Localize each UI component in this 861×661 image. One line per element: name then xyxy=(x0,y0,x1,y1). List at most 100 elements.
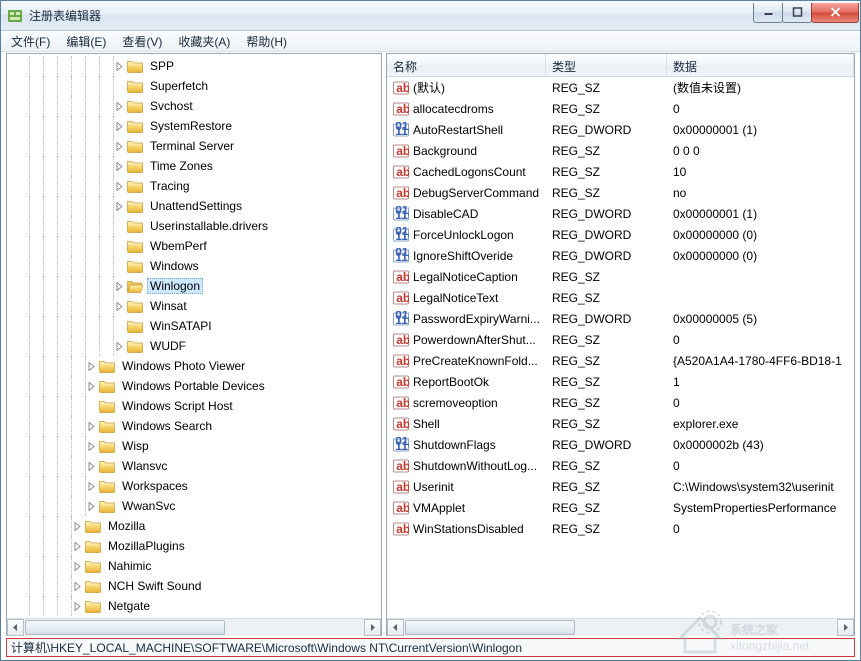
value-data: SystemPropertiesPerformance xyxy=(667,501,854,515)
list-row[interactable]: DebugServerCommandREG_SZno xyxy=(387,182,854,203)
expander-icon[interactable] xyxy=(85,500,97,512)
list-row[interactable]: DisableCADREG_DWORD0x00000001 (1) xyxy=(387,203,854,224)
list-row[interactable]: PowerdownAfterShut...REG_SZ0 xyxy=(387,329,854,350)
close-button[interactable] xyxy=(811,3,859,23)
tree-item[interactable]: Time Zones xyxy=(7,156,381,176)
tree-item[interactable]: Windows Script Host xyxy=(7,396,381,416)
value-name: ShutdownFlags xyxy=(413,438,496,452)
tree-item[interactable]: Terminal Server xyxy=(7,136,381,156)
expander-icon[interactable] xyxy=(113,120,125,132)
expander-icon[interactable] xyxy=(113,200,125,212)
expander-icon[interactable] xyxy=(113,100,125,112)
tree-item[interactable]: SPP xyxy=(7,56,381,76)
list-view[interactable]: (默认)REG_SZ(数值未设置)allocatecdromsREG_SZ0Au… xyxy=(387,77,854,618)
expander-icon[interactable] xyxy=(113,140,125,152)
menu-edit[interactable]: 编辑(E) xyxy=(58,31,114,52)
expander-icon[interactable] xyxy=(113,300,125,312)
expander-icon[interactable] xyxy=(113,340,125,352)
scroll-thumb[interactable] xyxy=(405,620,575,635)
tree-item[interactable]: Netgate xyxy=(7,596,381,616)
expander-icon[interactable] xyxy=(113,180,125,192)
scroll-thumb[interactable] xyxy=(25,620,225,635)
tree-item[interactable]: Wisp xyxy=(7,436,381,456)
list-row[interactable]: IgnoreShiftOverideREG_DWORD0x00000000 (0… xyxy=(387,245,854,266)
tree-item[interactable]: Workspaces xyxy=(7,476,381,496)
menu-view[interactable]: 查看(V) xyxy=(114,31,170,52)
expander-icon[interactable] xyxy=(85,480,97,492)
list-row[interactable]: VMAppletREG_SZSystemPropertiesPerformanc… xyxy=(387,497,854,518)
list-row[interactable]: PasswordExpiryWarni...REG_DWORD0x0000000… xyxy=(387,308,854,329)
tree-item[interactable]: Mozilla xyxy=(7,516,381,536)
list-row[interactable]: ForceUnlockLogonREG_DWORD0x00000000 (0) xyxy=(387,224,854,245)
list-row[interactable]: WinStationsDisabledREG_SZ0 xyxy=(387,518,854,539)
expander-icon[interactable] xyxy=(71,560,83,572)
list-row[interactable]: LegalNoticeTextREG_SZ xyxy=(387,287,854,308)
expander-icon[interactable] xyxy=(85,360,97,372)
tree-item[interactable]: Wlansvc xyxy=(7,456,381,476)
tree-item[interactable]: Winlogon xyxy=(7,276,381,296)
list-row[interactable]: AutoRestartShellREG_DWORD0x00000001 (1) xyxy=(387,119,854,140)
scroll-right-button[interactable] xyxy=(837,619,854,636)
menu-help[interactable]: 帮助(H) xyxy=(238,31,295,52)
tree-item[interactable]: Nahimic xyxy=(7,556,381,576)
expander-icon[interactable] xyxy=(71,600,83,612)
list-row[interactable]: BackgroundREG_SZ0 0 0 xyxy=(387,140,854,161)
list-row[interactable]: LegalNoticeCaptionREG_SZ xyxy=(387,266,854,287)
titlebar[interactable]: 注册表编辑器 xyxy=(1,1,860,31)
col-data[interactable]: 数据 xyxy=(667,54,854,76)
col-type[interactable]: 类型 xyxy=(546,54,667,76)
tree-item[interactable]: NCH Swift Sound xyxy=(7,576,381,596)
menu-favorites[interactable]: 收藏夹(A) xyxy=(170,31,238,52)
list-row[interactable]: ShellREG_SZexplorer.exe xyxy=(387,413,854,434)
tree-item[interactable]: Tracing xyxy=(7,176,381,196)
value-type: REG_SZ xyxy=(546,144,667,158)
scroll-track[interactable] xyxy=(404,619,837,636)
list-row[interactable]: CachedLogonsCountREG_SZ10 xyxy=(387,161,854,182)
tree-item[interactable]: SystemRestore xyxy=(7,116,381,136)
tree-item[interactable]: Windows Search xyxy=(7,416,381,436)
menu-file[interactable]: 文件(F) xyxy=(3,31,58,52)
expander-icon[interactable] xyxy=(113,160,125,172)
scroll-right-button[interactable] xyxy=(364,619,381,636)
scroll-track[interactable] xyxy=(24,619,364,636)
list-row[interactable]: UserinitREG_SZC:\Windows\system32\userin… xyxy=(387,476,854,497)
expander-icon[interactable] xyxy=(113,280,125,292)
list-row[interactable]: PreCreateKnownFold...REG_SZ{A520A1A4-178… xyxy=(387,350,854,371)
scroll-left-button[interactable] xyxy=(387,619,404,636)
tree-item[interactable]: Windows Portable Devices xyxy=(7,376,381,396)
list-row[interactable]: ReportBootOkREG_SZ1 xyxy=(387,371,854,392)
expander-icon[interactable] xyxy=(85,460,97,472)
expander-icon[interactable] xyxy=(85,440,97,452)
list-row[interactable]: scremoveoptionREG_SZ0 xyxy=(387,392,854,413)
string-value-icon xyxy=(393,332,409,348)
tree-item[interactable]: WinSATAPI xyxy=(7,316,381,336)
expander-icon[interactable] xyxy=(113,60,125,72)
maximize-button[interactable] xyxy=(782,3,812,23)
tree-view[interactable]: SPPSuperfetchSvchostSystemRestoreTermina… xyxy=(7,54,381,618)
minimize-button[interactable] xyxy=(753,3,783,23)
tree-item[interactable]: Superfetch xyxy=(7,76,381,96)
expander-icon[interactable] xyxy=(71,540,83,552)
list-row[interactable]: (默认)REG_SZ(数值未设置) xyxy=(387,77,854,98)
tree-item[interactable]: Winsat xyxy=(7,296,381,316)
list-row[interactable]: ShutdownFlagsREG_DWORD0x0000002b (43) xyxy=(387,434,854,455)
tree-item[interactable]: MozillaPlugins xyxy=(7,536,381,556)
tree-item[interactable]: Svchost xyxy=(7,96,381,116)
tree-item[interactable]: WUDF xyxy=(7,336,381,356)
tree-item[interactable]: Windows Photo Viewer xyxy=(7,356,381,376)
tree-item[interactable]: WwanSvc xyxy=(7,496,381,516)
expander-icon[interactable] xyxy=(85,380,97,392)
list-hscroll[interactable] xyxy=(387,618,854,635)
expander-icon[interactable] xyxy=(71,580,83,592)
scroll-left-button[interactable] xyxy=(7,619,24,636)
tree-item[interactable]: UnattendSettings xyxy=(7,196,381,216)
expander-icon[interactable] xyxy=(71,520,83,532)
tree-hscroll[interactable] xyxy=(7,618,381,635)
tree-item[interactable]: Userinstallable.drivers xyxy=(7,216,381,236)
expander-icon[interactable] xyxy=(85,420,97,432)
list-row[interactable]: ShutdownWithoutLog...REG_SZ0 xyxy=(387,455,854,476)
list-row[interactable]: allocatecdromsREG_SZ0 xyxy=(387,98,854,119)
tree-item[interactable]: Windows xyxy=(7,256,381,276)
tree-item[interactable]: WbemPerf xyxy=(7,236,381,256)
col-name[interactable]: 名称 xyxy=(387,54,546,76)
